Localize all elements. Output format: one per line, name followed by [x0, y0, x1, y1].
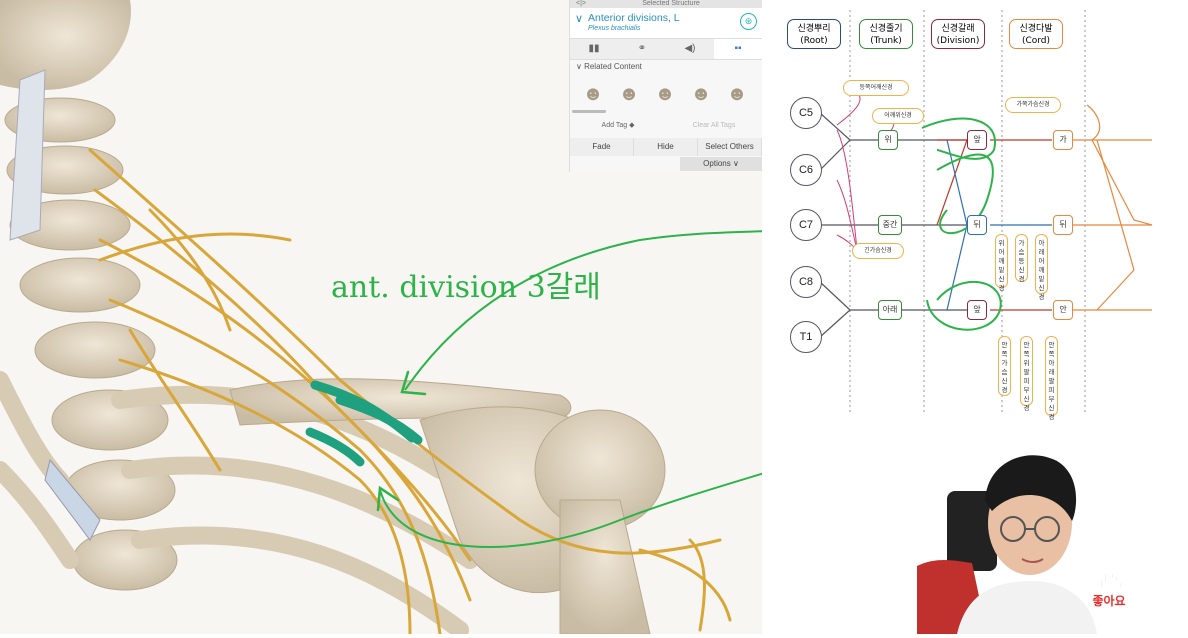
hide-button[interactable]: Hide: [634, 138, 698, 156]
subscribe-label: 구독: [1094, 571, 1124, 591]
nerve-dorsal-scapular: 등쪽어깨신경: [843, 80, 909, 96]
root-c5: C5: [790, 97, 822, 129]
header-root: 신경뿌리 (Root): [787, 19, 841, 49]
add-tag-button[interactable]: Add Tag ◆: [570, 116, 666, 136]
nerve-suprascapular: 어깨위신경: [872, 108, 924, 124]
division-upper-anterior: 앞: [967, 130, 987, 150]
skull-thumbnail[interactable]: ☻: [650, 76, 680, 112]
division-lower-anterior: 앞: [967, 300, 987, 320]
cord-posterior: 뒤: [1053, 215, 1073, 235]
header-division-label: 신경갈래 (Division): [936, 24, 980, 46]
skull-thumbnail[interactable]: ☻: [722, 76, 752, 112]
header-cord-label: 신경다발 (Cord): [1019, 24, 1053, 46]
nerve-medial-pectoral: 안쪽가슴신경: [998, 336, 1011, 396]
header-trunk: 신경줄기 (Trunk): [859, 19, 913, 49]
trunk-middle: 중간: [878, 215, 902, 235]
nerve-thoracodorsal: 가슴등신경: [1015, 234, 1028, 283]
panel-nav-icon[interactable]: <|>: [576, 0, 586, 8]
division-posterior: 뒤: [967, 215, 987, 235]
structure-latin-name: Plexus brachialis: [588, 25, 641, 32]
molecule-icon[interactable]: ⚭: [618, 39, 666, 59]
cord-medial: 안: [1053, 300, 1073, 320]
skull-thumbnail[interactable]: ☻: [578, 76, 608, 112]
tag-icon: ◆: [629, 122, 635, 129]
handwritten-annotation: ant. division 3갈래: [331, 270, 601, 305]
options-label: Options: [703, 159, 731, 168]
presenter-webcam: [917, 441, 1103, 634]
header-trunk-label: 신경줄기 (Trunk): [869, 24, 903, 46]
options-dropdown[interactable]: Options ∨: [680, 157, 762, 171]
root-c8: C8: [790, 266, 822, 298]
root-c7: C7: [790, 209, 822, 241]
panel-header: <|> Selected Structure: [570, 0, 762, 8]
structure-title-row[interactable]: ∨ Anterior divisions, L Plexus brachiali…: [570, 8, 762, 39]
header-division: 신경갈래 (Division): [931, 19, 985, 49]
clear-tags-label: Clear All Tags: [692, 122, 736, 129]
like-label: 좋아요: [1092, 594, 1126, 608]
panel-header-title: Selected Structure: [642, 0, 700, 7]
header-cord: 신경다발 (Cord): [1009, 19, 1063, 49]
speaker-icon[interactable]: ◀): [666, 39, 714, 59]
panel-toolbar: ▮▮ ⚭ ◀) ▪▪: [570, 39, 762, 60]
cord-lateral: 가: [1053, 130, 1073, 150]
tag-row: Add Tag ◆ Clear All Tags: [570, 116, 762, 136]
related-content-header[interactable]: ∨ Related Content: [570, 60, 762, 74]
brachial-plexus-diagram: 신경뿌리 (Root) 신경줄기 (Trunk) 신경갈래 (Division)…: [762, 0, 1188, 421]
fade-button[interactable]: Fade: [570, 138, 634, 156]
add-tag-label: Add Tag: [601, 122, 628, 129]
chevron-down-icon[interactable]: ∨: [575, 12, 583, 25]
thumbnail-scrollbar[interactable]: [572, 110, 606, 113]
skull-thumbnail[interactable]: ☻: [614, 76, 644, 112]
focus-target-icon[interactable]: ⊛: [740, 13, 757, 30]
root-t1: T1: [790, 321, 822, 353]
header-root-label: 신경뿌리 (Root): [797, 24, 831, 46]
selected-structure-panel: <|> Selected Structure ∨ Anterior divisi…: [569, 0, 762, 172]
nerve-upper-subscapular: 위어깨밑신경: [995, 234, 1008, 292]
nerve-lateral-pectoral: 가쪽가슴신경: [1005, 97, 1061, 113]
nerve-long-thoracic: 긴가슴신경: [852, 243, 904, 259]
trunk-upper: 위: [878, 130, 898, 150]
root-c6: C6: [790, 154, 822, 186]
plexus-lines: [819, 10, 1153, 415]
nerve-lower-subscapular: 아래어깨밑신경: [1035, 234, 1048, 301]
subscribe-like-badge[interactable]: 구독 좋아요: [1083, 570, 1135, 618]
nerve-medial-cutaneous-arm: 안쪽위팔피부신경: [1020, 336, 1033, 412]
trunk-lower: 아래: [878, 300, 902, 320]
clear-all-tags-button[interactable]: Clear All Tags: [666, 116, 762, 136]
book-icon[interactable]: ▮▮: [570, 39, 618, 59]
related-content-label: Related Content: [584, 62, 642, 71]
hierarchy-icon[interactable]: ▪▪: [714, 39, 762, 59]
presenter-figure: [917, 455, 1097, 634]
structure-name: Anterior divisions, L: [588, 12, 680, 24]
select-others-button[interactable]: Select Others: [698, 138, 762, 156]
action-buttons: Fade Hide Select Others: [570, 138, 762, 156]
nerve-medial-cutaneous-forearm: 안쪽아래팔피부신경: [1045, 336, 1058, 421]
skull-thumbnail[interactable]: ☻: [686, 76, 716, 112]
